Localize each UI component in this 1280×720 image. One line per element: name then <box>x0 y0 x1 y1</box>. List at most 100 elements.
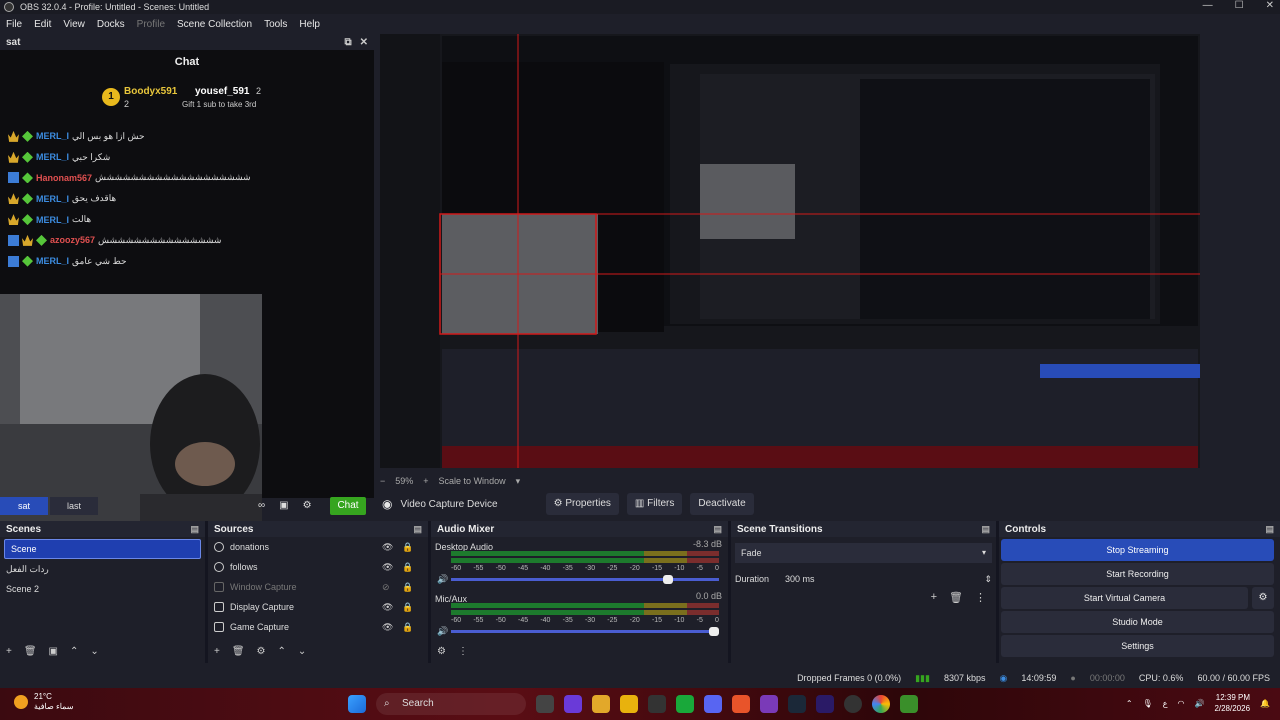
wifi-icon[interactable]: ◠ <box>1177 699 1184 708</box>
lock-icon[interactable]: 🔒 <box>402 562 413 573</box>
preview-canvas[interactable] <box>380 34 1200 468</box>
speaker-icon[interactable]: 🔊 <box>437 626 448 637</box>
eye-icon[interactable]: 👁 <box>382 542 393 553</box>
menu-tools[interactable]: Tools <box>264 19 287 30</box>
task-view-icon[interactable] <box>536 695 554 713</box>
close-icon[interactable]: ✕ <box>1266 0 1274 11</box>
move-down-icon[interactable]: ⌄ <box>90 646 98 657</box>
stepper-icon[interactable]: ⇕ <box>984 574 992 585</box>
source-item[interactable]: Window Capture ⊘ 🔒 <box>208 577 428 597</box>
eye-icon[interactable]: 👁 <box>382 562 393 573</box>
language-indicator[interactable]: ع <box>1163 699 1168 708</box>
speaker-icon[interactable]: 🔊 <box>437 574 448 585</box>
close-dock-icon[interactable]: ✕ <box>360 37 368 48</box>
mixer-menu-icon[interactable]: ⋮ <box>458 646 468 657</box>
steam-icon[interactable] <box>788 695 806 713</box>
settings-button[interactable]: Settings <box>1001 635 1274 657</box>
chat-username[interactable]: MERL_I <box>36 152 69 162</box>
dock-menu-icon[interactable]: ▤ <box>713 524 722 535</box>
volume-icon[interactable]: 🔊 <box>1194 699 1204 708</box>
zoom-out-icon[interactable]: − <box>380 476 385 486</box>
menu-docks[interactable]: Docks <box>97 19 125 30</box>
obs-icon[interactable] <box>844 695 862 713</box>
zoom-in-icon[interactable]: + <box>423 476 428 486</box>
scene-item[interactable]: ردات الفعل <box>0 559 205 579</box>
properties-button[interactable]: ⚙ Properties <box>545 493 619 515</box>
taskbar-search[interactable]: ⌕ Search <box>376 693 526 715</box>
lock-icon[interactable]: 🔒 <box>402 582 413 593</box>
eye-hidden-icon[interactable]: ⊘ <box>382 582 390 593</box>
add-transition-icon[interactable]: + <box>931 591 937 604</box>
source-properties-icon[interactable]: ⚙ <box>257 646 266 657</box>
advanced-audio-icon[interactable]: ⚙ <box>437 646 446 657</box>
discord-icon[interactable] <box>704 695 722 713</box>
dock-menu-icon[interactable]: ▤ <box>1265 524 1274 535</box>
microphone-icon[interactable]: 🎙 <box>1143 699 1153 708</box>
chevron-up-icon[interactable]: ⌃ <box>1126 699 1133 708</box>
epic-games-icon[interactable] <box>648 695 666 713</box>
filters-button[interactable]: ▥ Filters <box>626 493 683 515</box>
volume-slider[interactable] <box>451 575 719 584</box>
file-explorer-icon[interactable] <box>592 695 610 713</box>
chat-username[interactable]: MERL_I <box>36 131 69 141</box>
source-item[interactable]: follows 👁 🔒 <box>208 557 428 577</box>
remove-scene-icon[interactable]: 🗑 <box>24 646 37 657</box>
chat-username[interactable]: MERL_I <box>36 215 69 225</box>
tab-sat[interactable]: sat <box>0 497 48 515</box>
minecraft-icon[interactable] <box>900 695 918 713</box>
windows-start-icon[interactable] <box>348 695 366 713</box>
chat-username[interactable]: MERL_I <box>36 256 69 266</box>
gift-user-2[interactable]: yousef_591 <box>195 86 249 97</box>
chat-username[interactable]: MERL_I <box>36 194 69 204</box>
menu-profile[interactable]: Profile <box>137 19 165 30</box>
filters-icon[interactable]: ▣ <box>49 646 58 657</box>
transition-menu-icon[interactable]: ⋮ <box>975 591 986 604</box>
menu-scene-collection[interactable]: Scene Collection <box>177 19 252 30</box>
minimize-icon[interactable]: — <box>1203 0 1213 11</box>
add-source-icon[interactable]: + <box>214 646 220 657</box>
duration-input[interactable]: 300 ms <box>779 569 975 589</box>
menu-edit[interactable]: Edit <box>34 19 51 30</box>
dock-menu-icon[interactable]: ▤ <box>190 524 199 535</box>
dock-menu-icon[interactable]: ▤ <box>413 524 422 535</box>
menu-file[interactable]: File <box>6 19 22 30</box>
start-virtual-camera-button[interactable]: Start Virtual Camera <box>1001 587 1248 609</box>
chat-messages[interactable]: MERL_I حش ازا هو بس الي MERL_I شكرا حبي Ha… <box>8 126 370 301</box>
undock-icon[interactable]: ⧉ <box>344 37 351 48</box>
eye-icon[interactable]: 👁 <box>382 622 393 633</box>
transition-select[interactable]: Fade ▾ <box>735 543 992 563</box>
premiere-icon[interactable] <box>816 695 834 713</box>
scene-item[interactable]: Scene 2 <box>0 579 205 599</box>
start-recording-button[interactable]: Start Recording <box>1001 563 1274 585</box>
source-item[interactable]: Display Capture 👁 🔒 <box>208 597 428 617</box>
brave-icon[interactable] <box>732 695 750 713</box>
move-down-icon[interactable]: ⌄ <box>298 646 306 657</box>
dock-menu-icon[interactable]: ▤ <box>981 524 990 535</box>
maximize-icon[interactable]: ☐ <box>1235 0 1244 11</box>
chrome-icon[interactable] <box>872 695 890 713</box>
remove-transition-icon[interactable]: 🗑 <box>949 591 963 604</box>
tab-last[interactable]: last <box>50 497 98 515</box>
lock-icon[interactable]: 🔒 <box>402 542 413 553</box>
eye-icon[interactable]: 👁 <box>382 602 393 613</box>
teams-icon[interactable] <box>564 695 582 713</box>
menu-help[interactable]: Help <box>299 19 320 30</box>
studio-mode-button[interactable]: Studio Mode <box>1001 611 1274 633</box>
volume-slider-knob[interactable] <box>709 627 719 636</box>
virtual-camera-settings-icon[interactable]: ⚙ <box>1252 587 1274 609</box>
scale-dropdown-icon[interactable]: ▾ <box>516 476 521 487</box>
taskbar-clock[interactable]: 12:39 PM 2/28/2026 <box>1214 692 1250 714</box>
menu-view[interactable]: View <box>63 19 85 30</box>
gift-user-1[interactable]: Boodyx591 <box>124 86 177 97</box>
scale-mode[interactable]: Scale to Window <box>439 476 506 486</box>
volume-slider[interactable] <box>451 627 719 636</box>
source-item[interactable]: donations 👁 🔒 <box>208 537 428 557</box>
lock-icon[interactable]: 🔒 <box>402 602 413 613</box>
notification-bell-icon[interactable]: 🔔 <box>1260 699 1270 708</box>
deactivate-button[interactable]: Deactivate <box>690 493 754 515</box>
lock-icon[interactable]: 🔒 <box>402 622 413 633</box>
move-up-icon[interactable]: ⌃ <box>278 646 286 657</box>
volume-slider-knob[interactable] <box>663 575 674 584</box>
chat-username[interactable]: azoozy567 <box>50 235 95 245</box>
app-icon[interactable] <box>760 695 778 713</box>
